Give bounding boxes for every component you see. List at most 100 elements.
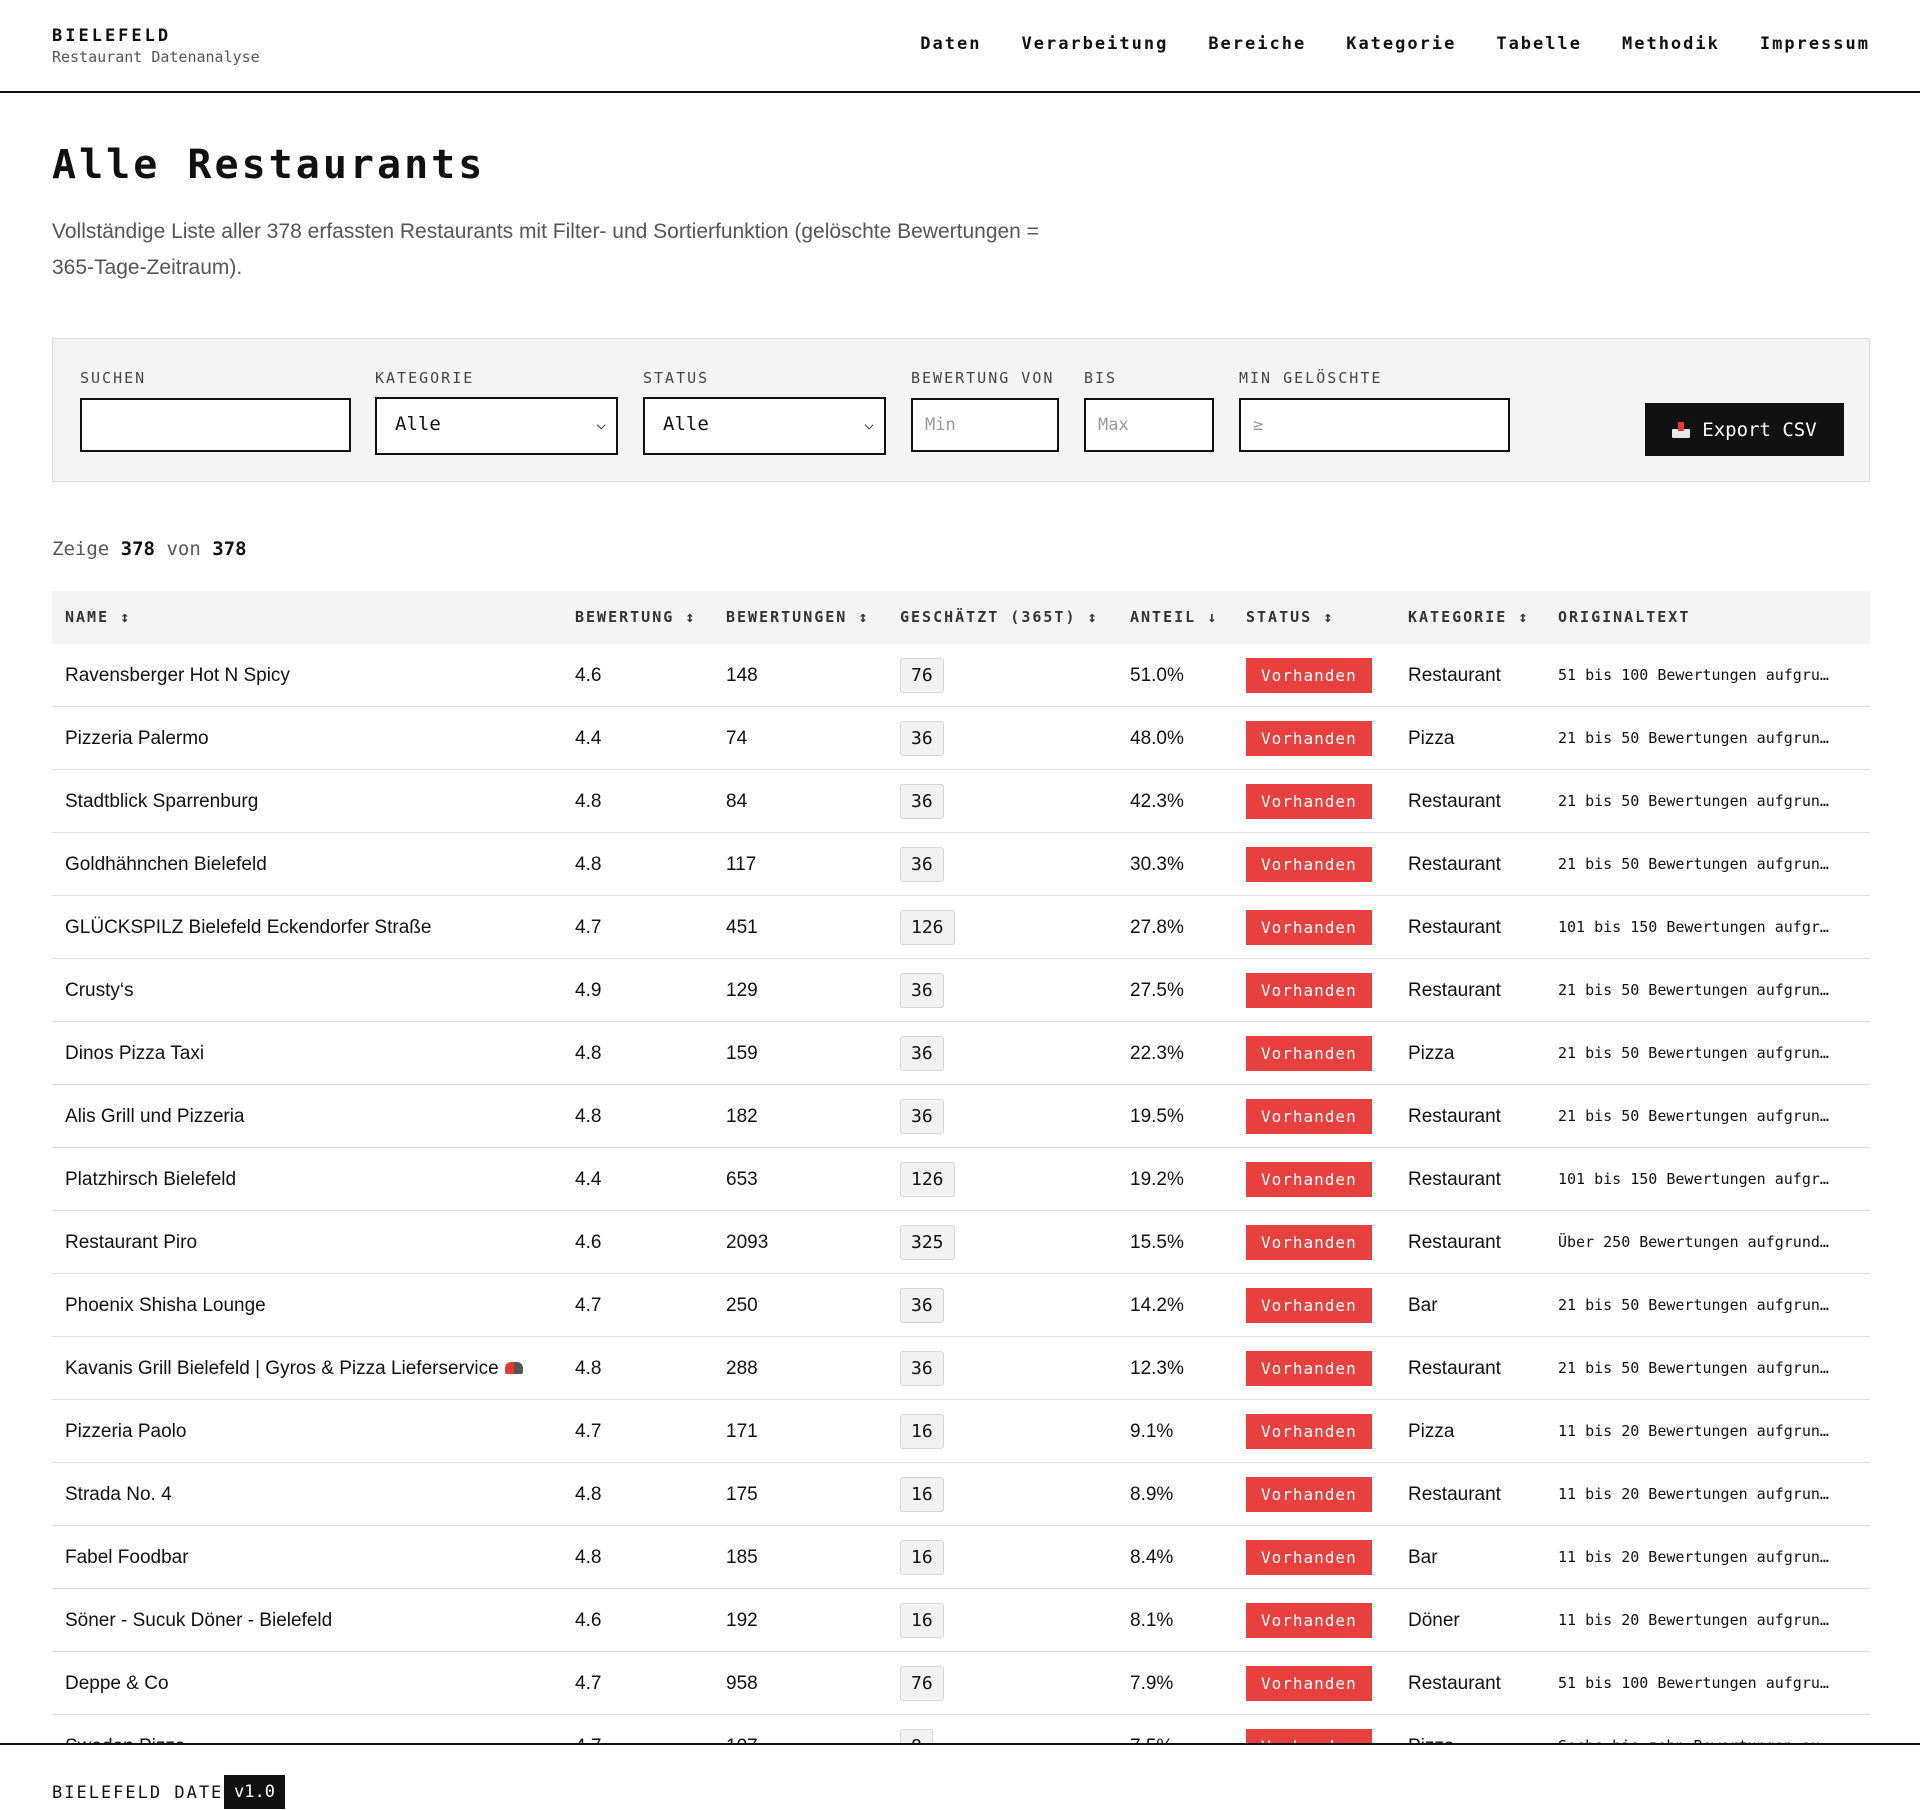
table-row[interactable]: Crusty‘s 4.9 129 36 27.5% Vorhanden Restaurant… (52, 959, 1870, 1022)
row-share: 27.5% (1130, 980, 1184, 1001)
row-share: 15.5% (1130, 1232, 1184, 1253)
table-row[interactable]: Goldhähnchen Bielefeld 4.8 117 36 30.3% Vorha… (52, 833, 1870, 896)
row-review-count: 2093 (726, 1232, 769, 1253)
status-badge: Vorhanden (1246, 1351, 1372, 1386)
chevron-down-icon: ⌵ (864, 414, 874, 433)
row-review-count: 117 (726, 854, 757, 875)
table-row[interactable]: Deppe & Co 4.7 958 76 7.9% Vorhanden Restauran… (52, 1652, 1870, 1715)
table-row[interactable]: Pizzeria Paolo 4.7 171 16 9.1% Vorhanden Pizza… (52, 1400, 1870, 1463)
row-review-count: 182 (726, 1106, 758, 1127)
row-category: Restaurant (1408, 665, 1501, 686)
table-row[interactable]: Phoenix Shisha Lounge 4.7 250 36 14.2% Vorhan… (52, 1274, 1870, 1337)
row-name: Pizzeria Paolo (65, 1421, 187, 1442)
status-badge: Vorhanden (1246, 1162, 1372, 1197)
export-csv-button[interactable]: Export CSV (1645, 403, 1844, 456)
row-original-text: 21 bis 50 Bewertungen aufgrun… (1558, 1359, 1829, 1377)
table-row[interactable]: Dinos Pizza Taxi 4.8 159 36 22.3% Vorhanden Pi… (52, 1022, 1870, 1085)
row-name: Crusty‘s (65, 980, 134, 1001)
row-share: 27.8% (1130, 917, 1184, 938)
status-badge: Vorhanden (1246, 1288, 1372, 1323)
status-badge: Vorhanden (1246, 1099, 1372, 1134)
count-prefix: Zeige (52, 538, 110, 560)
row-rating: 4.8 (575, 1358, 602, 1379)
table-row[interactable]: Restaurant Piro 4.6 2093 325 15.5% Vorhanden R… (52, 1211, 1870, 1274)
column-header-share[interactable]: ANTEIL ↓ (1130, 608, 1218, 626)
row-category: Pizza (1408, 728, 1455, 749)
row-original-text: 11 bis 20 Bewertungen aufgrun… (1558, 1611, 1829, 1629)
row-share: 19.2% (1130, 1169, 1184, 1190)
row-estimate-badge: 16 (900, 1540, 944, 1575)
version-badge: v1.0 (224, 1775, 285, 1809)
row-rating: 4.7 (575, 917, 602, 938)
table-row[interactable]: Stadtblick Sparrenburg 4.8 84 36 42.3% Vorhan… (52, 770, 1870, 833)
table-row[interactable]: Pizzeria Palermo 4.4 74 36 48.0% Vorhanden Piz… (52, 707, 1870, 770)
footer: BIELEFELD DATEN v1.0 (0, 1743, 1920, 1810)
row-estimate-badge: 16 (900, 1603, 944, 1638)
table-row[interactable]: Platzhirsch Bielefeld 4.4 653 126 19.2% Vorha… (52, 1148, 1870, 1211)
column-header-estimate[interactable]: GESCHÄTZT (365T) ↕ (900, 608, 1099, 626)
row-category: Döner (1408, 1610, 1460, 1631)
row-original-text: 21 bis 50 Bewertungen aufgrun… (1558, 1296, 1829, 1314)
row-name: Alis Grill und Pizzeria (65, 1106, 245, 1127)
category-label: KATEGORIE (375, 369, 475, 387)
row-share: 51.0% (1130, 665, 1184, 686)
status-badge: Vorhanden (1246, 1414, 1372, 1449)
footer-brand: BIELEFELD DATEN (52, 1783, 236, 1803)
column-header-category[interactable]: KATEGORIE ↕ (1408, 608, 1529, 626)
chevron-down-icon: ⌵ (596, 414, 606, 433)
pizza-watermelon-emoji-icon (505, 1362, 523, 1374)
page-title: Alle Restaurants (52, 142, 486, 188)
table-row[interactable]: GLÜCKSPILZ Bielefeld Eckendorfer Straße 4… (52, 896, 1870, 959)
column-header-count[interactable]: BEWERTUNGEN ↕ (726, 608, 869, 626)
row-estimate-badge: 76 (900, 1666, 944, 1701)
row-original-text: 21 bis 50 Bewertungen aufgrun… (1558, 1044, 1829, 1062)
row-rating: 4.8 (575, 791, 602, 812)
row-share: 12.3% (1130, 1358, 1184, 1379)
row-original-text: 51 bis 100 Bewertungen aufgru… (1558, 666, 1829, 684)
table-row[interactable]: Alis Grill und Pizzeria 4.8 182 36 19.5% Vorh… (52, 1085, 1870, 1148)
row-category: Bar (1408, 1295, 1438, 1316)
row-original-text: 21 bis 50 Bewertungen aufgrun… (1558, 792, 1829, 810)
table-row[interactable]: Sweden Pizza4.710787.5%VorhandenPizzaSec… (52, 1715, 1870, 1743)
status-badge: Vorhanden (1246, 1729, 1372, 1743)
status-select[interactable]: Alle ⌵ (643, 397, 886, 455)
status-badge: Vorhanden (1246, 784, 1372, 819)
table-row[interactable]: Fabel Foodbar 4.8 185 16 8.4% Vorhanden Bar 11 … (52, 1526, 1870, 1589)
search-label: SUCHEN (80, 369, 147, 387)
row-review-count: 159 (726, 1043, 758, 1064)
row-review-count: 171 (726, 1421, 758, 1442)
column-header-name[interactable]: NAME ↕ (65, 608, 131, 626)
row-name: Stadtblick Sparrenburg (65, 791, 259, 812)
table-row[interactable]: Ravensberger Hot N Spicy 4.6 148 76 51.0% Vor… (52, 644, 1870, 707)
category-select-value: Alle (395, 413, 441, 435)
row-name: Söner - Sucuk Döner - Bielefeld (65, 1610, 333, 1631)
row-rating: 4.4 (575, 1169, 602, 1190)
rating-max-input[interactable]: Max (1084, 398, 1214, 452)
row-rating: 4.8 (575, 1106, 602, 1127)
table-row[interactable]: Kavanis Grill Bielefeld | Gyros & Pizza … (52, 1337, 1870, 1400)
column-header-rating[interactable]: BEWERTUNG ↕ (575, 608, 696, 626)
status-badge: Vorhanden (1246, 658, 1372, 693)
table-row[interactable]: Söner - Sucuk Döner - Bielefeld 4.6 192 16 8… (52, 1589, 1870, 1652)
row-estimate-badge: 325 (900, 1225, 955, 1260)
min-deleted-input[interactable]: ≥ (1239, 398, 1510, 452)
row-original-text: 21 bis 50 Bewertungen aufgrun… (1558, 855, 1829, 873)
count-total: 378 (212, 538, 247, 560)
row-review-count: 84 (726, 791, 748, 812)
status-badge: Vorhanden (1246, 1036, 1372, 1071)
rating-min-input[interactable]: Min (911, 398, 1059, 452)
status-select-value: Alle (663, 413, 709, 435)
row-original-text: Über 250 Bewertungen aufgrund… (1558, 1233, 1829, 1251)
row-rating: 4.8 (575, 1043, 602, 1064)
row-name: Phoenix Shisha Lounge (65, 1295, 266, 1316)
search-input[interactable] (80, 398, 351, 452)
table-row[interactable]: Strada No. 4 4.8 175 16 8.9% Vorhanden Restaur… (52, 1463, 1870, 1526)
row-review-count: 192 (726, 1610, 758, 1631)
row-name: Dinos Pizza Taxi (65, 1043, 205, 1064)
column-header-status[interactable]: STATUS ↕ (1246, 608, 1334, 626)
row-estimate-badge: 76 (900, 658, 944, 693)
category-select[interactable]: Alle ⌵ (375, 397, 618, 455)
row-estimate-badge: 36 (900, 847, 944, 882)
row-share: 8.9% (1130, 1484, 1174, 1505)
row-category: Restaurant (1408, 1673, 1501, 1694)
